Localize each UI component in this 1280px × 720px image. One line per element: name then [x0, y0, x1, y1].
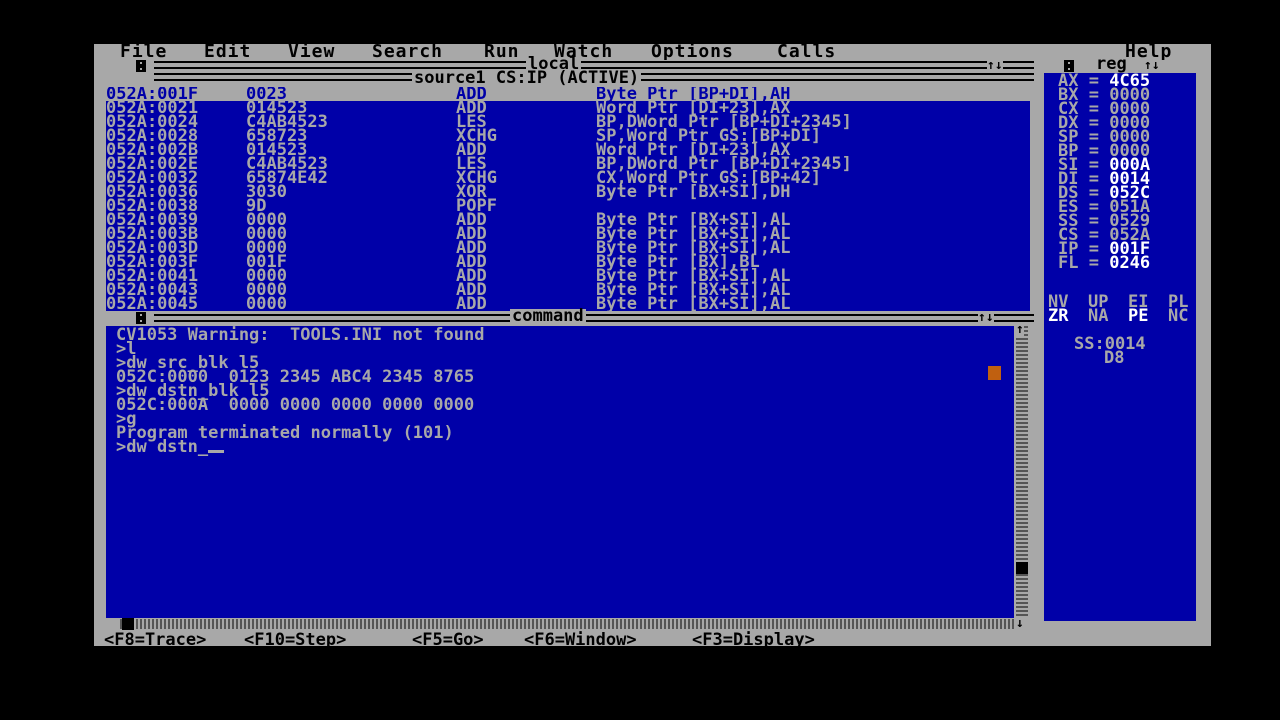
- source-bytes: 0000: [246, 294, 287, 312]
- status-bar: <F8=Trace> <F10=Step> <F5=Go> <F6=Window…: [94, 630, 1211, 650]
- status-f3-display[interactable]: <F3=Display>: [692, 630, 815, 650]
- command-output-line: 052C:000A 0000 0000 0000 0000 0000: [116, 395, 475, 415]
- source-row[interactable]: 052A:0028 658723 XCHG SP,Word Ptr GS:[BP+DI…: [106, 128, 1030, 145]
- register-value[interactable]: 0246: [1109, 253, 1150, 273]
- menu-view[interactable]: View: [288, 41, 335, 62]
- command-divider: [154, 314, 1034, 322]
- source-address: 052A:0045: [106, 294, 199, 312]
- source-row[interactable]: 052A:003F 001F ADD Byte Ptr [BX],BL: [106, 254, 1030, 271]
- register-pane[interactable]: AX = 4C65 BX = 0000 CX = 0000 DX = 0000 SP =…: [1044, 73, 1196, 621]
- scroll-up-icon[interactable]: ↑: [1016, 323, 1024, 336]
- status-f5-go[interactable]: <F5=Go>: [412, 630, 484, 650]
- source-pane[interactable]: 052A:001F 0023 ADD Byte Ptr [BP+DI],AH 052A:…: [106, 87, 1030, 311]
- menu-calls[interactable]: Calls: [777, 41, 836, 62]
- reg-window-title[interactable]: reg: [1094, 56, 1129, 73]
- command-input-line[interactable]: >dw dstn_: [116, 437, 225, 457]
- command-window-title[interactable]: command: [510, 308, 586, 325]
- reg-close-icon[interactable]: [1064, 60, 1074, 72]
- command-output-line: CV1053 Warning: TOOLS.INI not found: [116, 326, 485, 345]
- text-cursor: [208, 450, 225, 453]
- flag-pe[interactable]: PE: [1128, 308, 1148, 325]
- debugger-frame: local ↑↓ source1 CS:IP (ACTIVE) reg ↑↓ 0…: [94, 56, 1211, 632]
- menu-edit[interactable]: Edit: [204, 41, 251, 62]
- source-row[interactable]: 052A:002B 014523 ADD Word Ptr [DI+23],AX: [106, 142, 1030, 159]
- status-f8-trace[interactable]: <F8=Trace>: [104, 630, 206, 650]
- reg-maximize-icon[interactable]: ↑↓: [1144, 59, 1160, 72]
- vscroll-thumb[interactable]: [1016, 562, 1028, 574]
- source-row[interactable]: 052A:002E C4AB4523 LES BP,DWord Ptr [BP+DI+…: [106, 156, 1030, 173]
- flag-na[interactable]: NA: [1088, 308, 1108, 325]
- command-maximize-icon[interactable]: ↑↓: [978, 311, 994, 324]
- source-row[interactable]: 052A:0036 3030 XOR Byte Ptr [BX+SI],DH: [106, 182, 1030, 202]
- window-close-icon[interactable]: [136, 60, 146, 72]
- source-opcode: ADD: [456, 294, 487, 312]
- flag-zr[interactable]: ZR: [1048, 308, 1068, 325]
- stack-value: D8: [1104, 348, 1125, 368]
- status-f6-window[interactable]: <F6=Window>: [524, 630, 637, 650]
- source-row[interactable]: 052A:0038 9D POPF: [106, 198, 1030, 215]
- command-vscrollbar[interactable]: [1016, 326, 1028, 618]
- menu-search[interactable]: Search: [372, 41, 443, 62]
- scroll-down-icon[interactable]: ↓: [1016, 617, 1024, 630]
- source-row[interactable]: 052A:0024 C4AB4523 LES BP,DWord Ptr [BP+DI+…: [106, 114, 1030, 131]
- source-operands: Byte Ptr [BX+SI],DH: [596, 182, 791, 202]
- register-name: FL: [1058, 253, 1079, 273]
- command-close-icon[interactable]: [136, 312, 146, 324]
- hscroll-thumb[interactable]: [122, 618, 134, 630]
- source-row[interactable]: 052A:003D 0000 ADD Byte Ptr [BX+SI],AL: [106, 240, 1030, 257]
- status-f10-step[interactable]: <F10=Step>: [244, 630, 346, 650]
- maximize-arrows-icon[interactable]: ↑↓: [987, 59, 1003, 72]
- source-row[interactable]: 052A:0043 0000 ADD Byte Ptr [BX+SI],AL: [106, 282, 1030, 299]
- source-row[interactable]: 052A:0041 0000 ADD Byte Ptr [BX+SI],AL: [106, 268, 1030, 285]
- command-input[interactable]: >dw dstn_: [116, 437, 208, 457]
- source-window-title[interactable]: source1 CS:IP (ACTIVE): [412, 70, 642, 87]
- source-row-current[interactable]: 052A:001F 0023 ADD Byte Ptr [BP+DI],AH: [106, 87, 1030, 103]
- source-row[interactable]: 052A:0039 0000 ADD Byte Ptr [BX+SI],AL: [106, 212, 1030, 229]
- menu-file[interactable]: File: [120, 41, 167, 62]
- source-row[interactable]: 052A:003B 0000 ADD Byte Ptr [BX+SI],AL: [106, 226, 1030, 243]
- marker-block: [988, 366, 1001, 380]
- register-fl[interactable]: FL = 0246: [1058, 253, 1150, 273]
- source-operands: Byte Ptr [BX+SI],AL: [596, 294, 791, 312]
- menu-bar: File Edit View Search Run Watch Options …: [94, 41, 1211, 62]
- flag-nc[interactable]: NC: [1168, 308, 1188, 325]
- command-pane[interactable]: CV1053 Warning: TOOLS.INI not found >l >dw…: [106, 326, 1014, 618]
- menu-run[interactable]: Run: [484, 41, 520, 62]
- source-row[interactable]: 052A:0032 65874E42 XCHG CX,Word Ptr GS:[BP+…: [106, 170, 1030, 187]
- source-row[interactable]: 052A:0021 014523 ADD Word Ptr [DI+23],AX: [106, 100, 1030, 117]
- menu-options[interactable]: Options: [651, 41, 734, 62]
- command-hscrollbar[interactable]: [118, 619, 1014, 629]
